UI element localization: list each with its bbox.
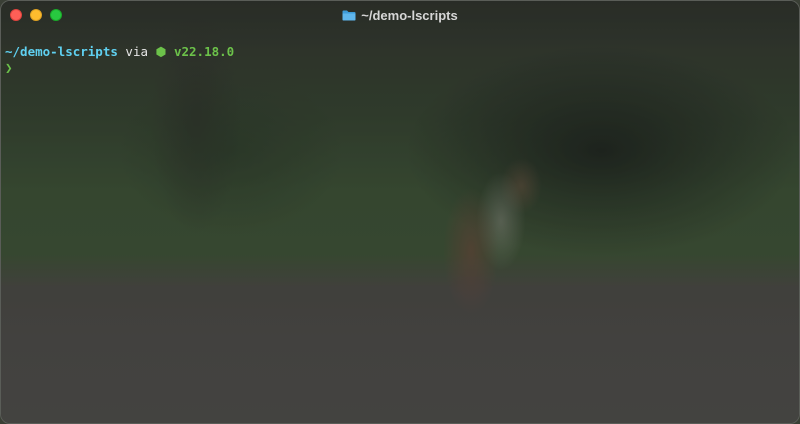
folder-icon bbox=[342, 10, 356, 21]
via-label: via bbox=[125, 44, 148, 59]
prompt-symbol: ❯ bbox=[5, 60, 13, 75]
window-controls bbox=[10, 9, 62, 21]
prompt-line[interactable]: ❯ bbox=[5, 60, 234, 76]
prompt-info-line: ~/demo-lscripts via ⬢ v22.18.0 bbox=[5, 44, 234, 60]
terminal-output[interactable]: ~/demo-lscripts via ⬢ v22.18.0 ❯ bbox=[5, 44, 234, 76]
window-title: ~/demo-lscripts bbox=[342, 7, 458, 23]
window-title-text: ~/demo-lscripts bbox=[361, 7, 458, 23]
node-icon: ⬢ bbox=[155, 44, 167, 59]
terminal-window: ~/demo-lscripts ~/demo-lscripts via ⬢ v2… bbox=[0, 0, 800, 424]
maximize-button[interactable] bbox=[50, 9, 62, 21]
current-directory: ~/demo-lscripts bbox=[5, 44, 118, 59]
close-button[interactable] bbox=[10, 9, 22, 21]
title-bar[interactable]: ~/demo-lscripts bbox=[1, 1, 799, 29]
minimize-button[interactable] bbox=[30, 9, 42, 21]
runtime-version: v22.18.0 bbox=[173, 44, 235, 59]
